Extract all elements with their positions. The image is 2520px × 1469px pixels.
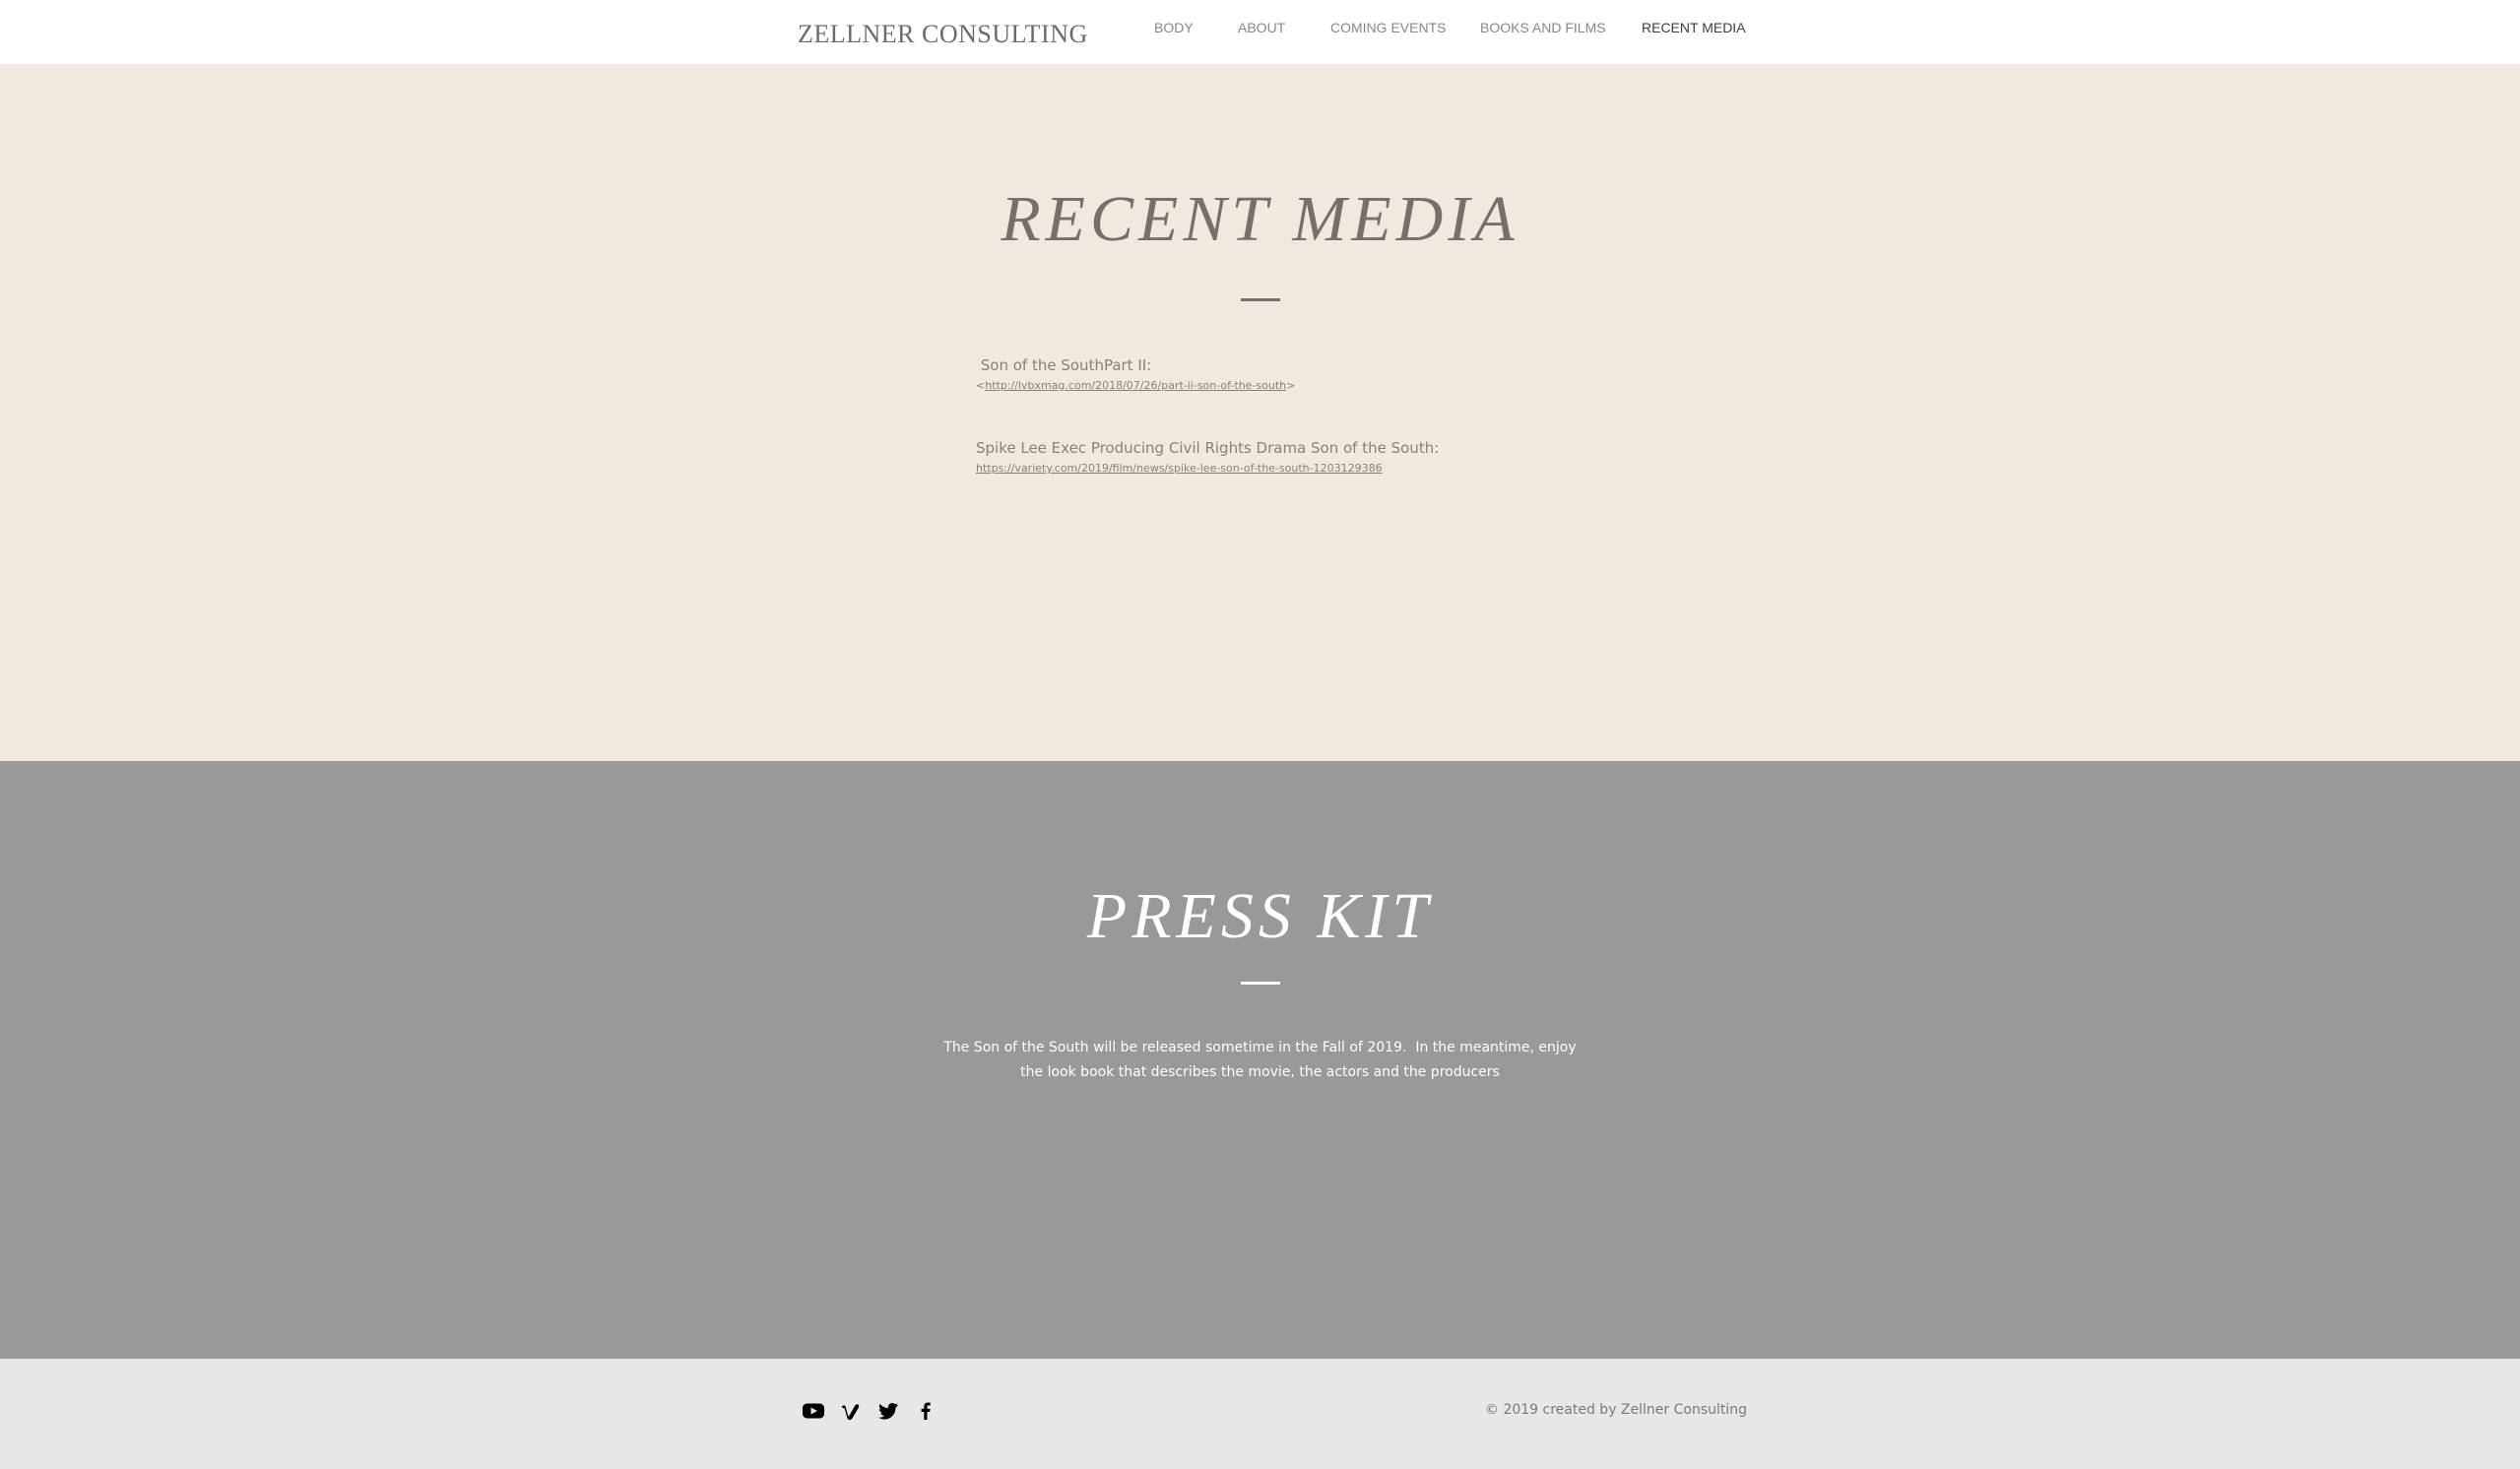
twitter-icon[interactable] [876,1399,900,1423]
recent-media-section: RECENT MEDIA Son of the SouthPart II: <h… [0,64,2520,761]
site-brand[interactable]: ZELLNER CONSULTING [798,20,1088,49]
site-footer: © 2019 created by Zellner Consulting [0,1359,2520,1469]
media-entry-title: Son of the SouthPart II: [976,356,1152,374]
press-kit-text-line: The Son of the South will be released so… [943,1040,1577,1055]
press-kit-title: PRESS KIT [1086,880,1434,952]
media-entry: Spike Lee Exec Producing Civil Rights Dr… [976,438,1439,477]
youtube-icon[interactable] [802,1399,825,1423]
nav-item-coming-events[interactable]: COMING EVENTS [1330,20,1446,35]
nav-item-recent-media[interactable]: RECENT MEDIA [1642,20,1746,35]
media-entry-link[interactable]: http://lvbxmag.com/2018/07/26/part-ii-so… [985,379,1286,392]
media-entry-title: Spike Lee Exec Producing Civil Rights Dr… [976,439,1440,457]
press-kit-text-line: the look book that describes the movie, … [1020,1064,1500,1080]
press-kit-section: PRESS KIT The Son of the South will be r… [0,761,2520,1359]
nav-item-about[interactable]: ABOUT [1238,20,1285,35]
media-entry-link[interactable]: https://variety.com/2019/film/news/spike… [976,462,1383,475]
press-kit-divider [1241,982,1280,985]
social-links [802,1399,937,1423]
press-kit-description: The Son of the South will be released so… [0,1036,2520,1085]
site-header: ZELLNER CONSULTING BODY ABOUT COMING EVE… [0,0,2520,64]
link-open-bracket: < [976,379,986,392]
link-close-bracket: > [1286,379,1296,392]
recent-media-divider [1241,298,1280,301]
nav-item-body[interactable]: BODY [1154,20,1194,35]
nav-item-books-and-films[interactable]: BOOKS AND FILMS [1480,20,1606,35]
media-entry: Son of the SouthPart II: <http://lvbxmag… [976,355,1295,394]
media-entry-link-line: <http://lvbxmag.com/2018/07/26/part-ii-s… [976,378,1295,394]
media-entry-link-line: https://variety.com/2019/film/news/spike… [976,461,1439,477]
facebook-icon[interactable] [914,1399,937,1423]
recent-media-title: RECENT MEDIA [1001,183,1519,255]
copyright-text: © 2019 created by Zellner Consulting [1485,1402,1748,1418]
vimeo-icon[interactable] [839,1399,863,1423]
